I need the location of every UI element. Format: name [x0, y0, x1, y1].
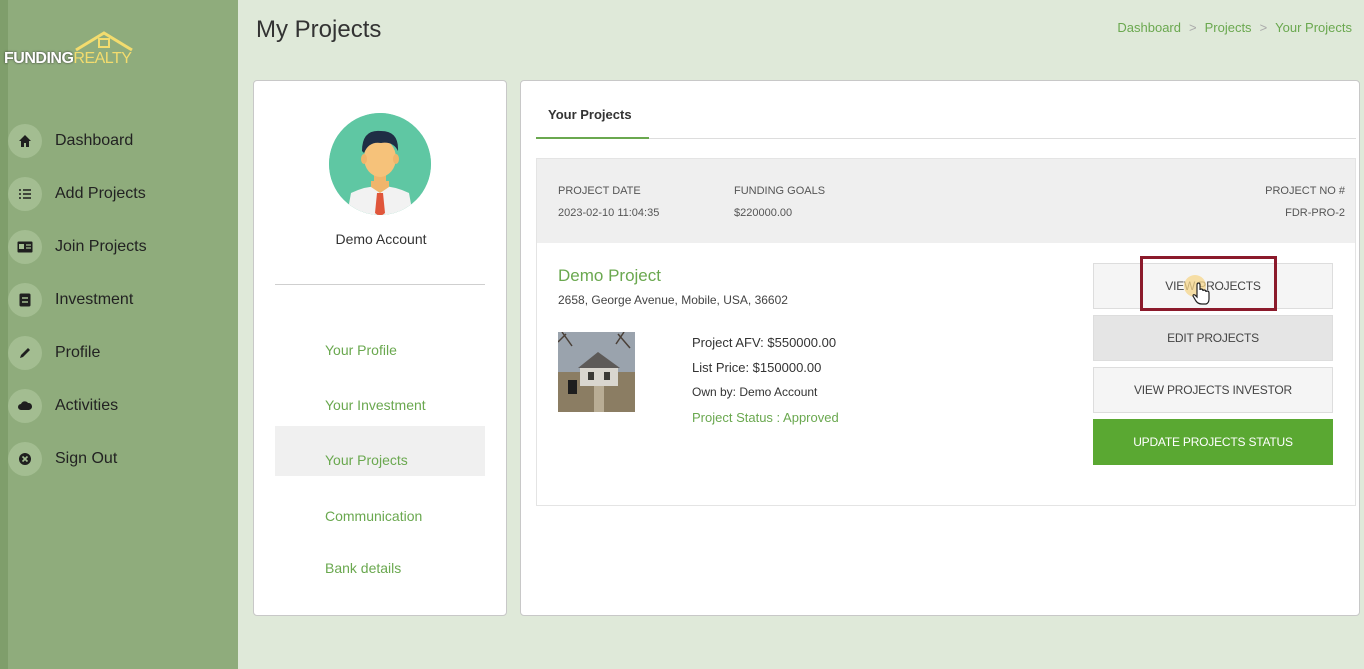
- tab-your-projects[interactable]: Your Projects: [536, 103, 649, 139]
- logo-text: FUNDINGREALTY: [4, 50, 132, 68]
- project-name[interactable]: Demo Project: [558, 266, 661, 286]
- menu-your-profile[interactable]: Your Profile: [275, 325, 485, 375]
- logo-word-realty: REALTY: [73, 50, 132, 67]
- list-price: List Price: $150000.00: [692, 360, 822, 375]
- profile-panel: Demo Account Your Profile Your Investmen…: [253, 80, 507, 616]
- sidebar-nav: Dashboard Add Projects Join Projects Inv…: [8, 114, 238, 485]
- project-date-label: PROJECT DATE: [558, 185, 641, 197]
- project-card-header: PROJECT DATE 2023-02-10 11:04:35 FUNDING…: [537, 159, 1355, 243]
- id-card-icon: [8, 229, 42, 264]
- project-date-value: 2023-02-10 11:04:35: [558, 207, 660, 219]
- project-date-column: PROJECT DATE 2023-02-10 11:04:35: [558, 180, 659, 224]
- project-card: PROJECT DATE 2023-02-10 11:04:35 FUNDING…: [536, 158, 1356, 506]
- menu-your-investment[interactable]: Your Investment: [275, 380, 485, 430]
- sidebar-item-label: Activities: [55, 396, 119, 414]
- view-projects-investor-button[interactable]: VIEW PROJECTS INVESTOR: [1093, 367, 1333, 413]
- page-title: My Projects: [256, 16, 382, 43]
- sidebar-item-dashboard[interactable]: Dashboard: [8, 114, 238, 167]
- pencil-icon: [8, 335, 42, 370]
- breadcrumb-dashboard[interactable]: Dashboard: [1117, 20, 1181, 35]
- project-owner: Own by: Demo Account: [692, 385, 818, 399]
- breadcrumb-separator-icon: >: [1259, 20, 1268, 35]
- hand-cursor-icon: [1184, 275, 1210, 305]
- sidebar-item-label: Dashboard: [55, 131, 134, 149]
- tab-bar: Your Projects: [536, 103, 1356, 139]
- sidebar-item-activities[interactable]: Activities: [8, 379, 238, 432]
- update-projects-status-button[interactable]: UPDATE PROJECTS STATUS: [1093, 419, 1333, 465]
- project-address: 2658, George Avenue, Mobile, USA, 36602: [558, 293, 788, 307]
- close-circle-icon: [8, 441, 42, 476]
- logo[interactable]: FUNDINGREALTY: [4, 30, 204, 80]
- funding-goals-label: FUNDING GOALS: [734, 185, 826, 197]
- house-photo-icon: [558, 332, 635, 412]
- sidebar-item-label: Join Projects: [55, 237, 147, 255]
- sidebar-item-add-projects[interactable]: Add Projects: [8, 167, 238, 220]
- menu-your-projects[interactable]: Your Projects: [275, 426, 485, 476]
- project-no-column: PROJECT NO # FDR-PRO-2: [1265, 180, 1345, 224]
- sidebar-item-label: Sign Out: [55, 449, 118, 467]
- sidebar-item-join-projects[interactable]: Join Projects: [8, 220, 238, 273]
- list-add-icon: [8, 176, 42, 211]
- sidebar-item-label: Investment: [55, 290, 134, 308]
- cloud-icon: [8, 388, 42, 423]
- funding-goals-column: FUNDING GOALS $220000.00: [734, 180, 825, 224]
- breadcrumb-separator-icon: >: [1189, 20, 1197, 35]
- logo-word-funding: FUNDING: [4, 50, 74, 67]
- divider: [275, 284, 485, 285]
- breadcrumb: Dashboard > Projects > Your Projects: [1117, 20, 1352, 35]
- projects-panel: Your Projects PROJECT DATE 2023-02-10 11…: [520, 80, 1360, 616]
- menu-bank-details[interactable]: Bank details: [275, 543, 485, 593]
- home-icon: [8, 123, 42, 158]
- project-status: Project Status : Approved: [692, 410, 839, 425]
- edit-projects-button[interactable]: EDIT PROJECTS: [1093, 315, 1333, 361]
- wallet-icon: [8, 282, 42, 317]
- project-afv: Project AFV: $550000.00: [692, 335, 837, 350]
- project-details: Project AFV: $550000.00 List Price: $150…: [692, 335, 839, 435]
- account-name: Demo Account: [335, 231, 427, 247]
- sidebar-item-label: Add Projects: [55, 184, 146, 202]
- project-no-label: PROJECT NO #: [1265, 185, 1345, 197]
- user-avatar-icon: [329, 113, 431, 215]
- sidebar-item-profile[interactable]: Profile: [8, 326, 238, 379]
- sidebar-item-sign-out[interactable]: Sign Out: [8, 432, 238, 485]
- breadcrumb-your-projects[interactable]: Your Projects: [1275, 20, 1352, 35]
- menu-communication[interactable]: Communication: [275, 491, 485, 541]
- sidebar-item-label: Profile: [55, 343, 101, 361]
- funding-goals-value: $220000.00: [734, 207, 793, 219]
- breadcrumb-projects[interactable]: Projects: [1205, 20, 1252, 35]
- sidebar: FUNDINGREALTY Dashboard Add Projects Joi…: [0, 0, 238, 669]
- sidebar-item-investment[interactable]: Investment: [8, 273, 238, 326]
- avatar: [329, 113, 431, 215]
- project-no-value: FDR-PRO-2: [1285, 207, 1345, 219]
- project-thumbnail[interactable]: [558, 332, 635, 412]
